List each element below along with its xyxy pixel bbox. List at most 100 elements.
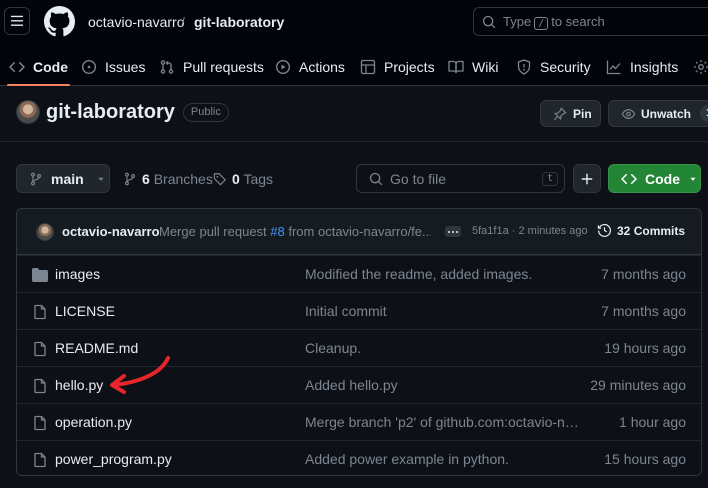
code-button-label: Code	[645, 170, 680, 187]
tab-projects-label: Projects	[384, 59, 435, 75]
commit-author-avatar[interactable]	[36, 223, 54, 241]
tab-security[interactable]: Security	[516, 48, 591, 86]
commit-expand-button[interactable]	[445, 226, 461, 237]
file-commit-age: 29 minutes ago	[590, 377, 686, 393]
table-row[interactable]: images Modified the readme, added images.…	[17, 255, 701, 292]
commit-sha-time[interactable]: 5fa1f1a · 2 minutes ago	[472, 225, 588, 237]
tags-link[interactable]: 0 Tags	[213, 164, 273, 193]
triangle-down-icon	[690, 177, 696, 181]
eye-icon	[621, 108, 636, 119]
file-commit-message[interactable]: Modified the readme, added images.	[305, 266, 579, 282]
search-input[interactable]: Type / to search	[473, 7, 708, 36]
tab-actions-label: Actions	[299, 59, 345, 75]
tags-label: Tags	[243, 170, 274, 187]
unwatch-label: Unwatch	[641, 106, 692, 121]
breadcrumb-owner[interactable]: octavio-navarro	[88, 14, 185, 30]
branches-link[interactable]: 6 Branches	[123, 164, 213, 193]
add-file-button[interactable]	[573, 164, 601, 193]
tab-code-label: Code	[33, 59, 68, 75]
file-icon	[32, 304, 48, 320]
table-row[interactable]: hello.py Added hello.py 29 minutes ago	[17, 366, 701, 403]
table-row[interactable]: power_program.py Added power example in p…	[17, 440, 701, 475]
tab-pull-requests-label: Pull requests	[183, 59, 264, 75]
file-commit-message[interactable]: Added hello.py	[305, 377, 579, 393]
search-icon	[369, 172, 383, 186]
search-placeholder: Type / to search	[503, 14, 605, 30]
table-row[interactable]: README.md Cleanup. 19 hours ago	[17, 329, 701, 366]
repo-title-row: git-laboratory Public	[16, 99, 229, 125]
pin-button[interactable]: Pin	[540, 100, 601, 127]
tag-icon	[213, 172, 227, 185]
owner-avatar[interactable]	[16, 100, 40, 124]
commit-message[interactable]: Merge pull request #8 from octavio-navar…	[159, 224, 431, 239]
history-icon	[597, 224, 611, 237]
latest-commit-bar: octavio-navarro Merge pull request #8 fr…	[17, 209, 701, 255]
table-row[interactable]: LICENSE Initial commit 7 months ago	[17, 292, 701, 329]
git-branch-icon	[124, 172, 136, 185]
tab-code[interactable]: Code	[7, 48, 70, 86]
file-name-link[interactable]: hello.py	[55, 377, 103, 393]
breadcrumb-separator: /	[181, 14, 185, 30]
issue-opened-icon	[81, 59, 97, 75]
file-commit-age: 7 months ago	[601, 266, 686, 282]
branches-count: 6	[142, 170, 150, 187]
file-name-link[interactable]: LICENSE	[55, 303, 115, 319]
file-icon	[32, 378, 48, 394]
tab-issues[interactable]: Issues	[81, 48, 145, 86]
table-icon	[360, 59, 376, 75]
file-commit-message[interactable]: Merge branch 'p2' of github.com:octavio-…	[305, 414, 579, 430]
commit-author[interactable]: octavio-navarro	[62, 224, 160, 239]
tab-actions[interactable]: Actions	[275, 48, 345, 86]
gear-icon	[694, 60, 708, 74]
unwatch-button[interactable]: Unwatch 1	[608, 100, 708, 127]
file-icon	[32, 341, 48, 357]
plus-icon	[581, 173, 593, 184]
go-to-file-input[interactable]: Go to file t	[356, 164, 565, 193]
tab-settings[interactable]	[693, 48, 708, 86]
branches-label: Branches	[153, 170, 213, 187]
tab-security-label: Security	[540, 59, 591, 75]
branch-name: main	[51, 170, 84, 187]
menu-button[interactable]	[4, 7, 30, 35]
global-header: octavio-navarro / git-laboratory Type / to…	[0, 0, 708, 86]
breadcrumb-repo[interactable]: git-laboratory	[194, 14, 284, 30]
table-row[interactable]: operation.py Merge branch 'p2' of github.…	[17, 403, 701, 440]
play-icon	[275, 59, 291, 75]
github-logo-icon[interactable]	[44, 6, 75, 37]
tab-issues-label: Issues	[105, 59, 146, 75]
go-to-file-shortcut-key: t	[542, 172, 558, 186]
search-icon	[482, 15, 496, 29]
repo-nav-tabs: Code Issues Pull requests Actions Projec…	[0, 48, 708, 86]
file-name-link[interactable]: operation.py	[55, 414, 132, 430]
go-to-file-placeholder: Go to file	[390, 171, 447, 187]
tab-insights[interactable]: Insights	[606, 48, 678, 86]
pin-label: Pin	[573, 106, 592, 121]
commit-pr-link[interactable]: #8	[270, 224, 284, 239]
book-icon	[448, 60, 464, 74]
pin-icon	[553, 106, 567, 120]
git-pull-request-icon	[160, 60, 174, 74]
tab-pull-requests[interactable]: Pull requests	[159, 48, 264, 86]
tags-count: 0	[232, 170, 240, 187]
tab-wiki[interactable]: Wiki	[448, 48, 498, 86]
code-dropdown-button[interactable]: Code	[608, 164, 701, 193]
file-name-link[interactable]: images	[55, 266, 100, 282]
file-icon	[32, 415, 48, 431]
file-name-link[interactable]: power_program.py	[55, 451, 172, 467]
tab-insights-label: Insights	[630, 59, 679, 75]
repo-name[interactable]: git-laboratory	[46, 99, 175, 125]
file-commit-age: 7 months ago	[601, 303, 686, 319]
commits-history-link[interactable]: 32 Commits	[597, 223, 685, 238]
tab-projects[interactable]: Projects	[360, 48, 435, 86]
triangle-down-icon	[98, 177, 104, 181]
branch-selector[interactable]: main	[16, 164, 110, 193]
file-commit-message[interactable]: Initial commit	[305, 303, 579, 319]
file-commit-message[interactable]: Cleanup.	[305, 340, 579, 356]
watch-counter: 1	[700, 105, 708, 122]
file-commit-age: 19 hours ago	[604, 340, 686, 356]
file-commit-message[interactable]: Added power example in python.	[305, 451, 579, 467]
file-name-link[interactable]: README.md	[55, 340, 138, 356]
header-divider	[0, 141, 708, 142]
file-table: octavio-navarro Merge pull request #8 fr…	[16, 208, 702, 476]
hamburger-icon	[10, 15, 24, 26]
